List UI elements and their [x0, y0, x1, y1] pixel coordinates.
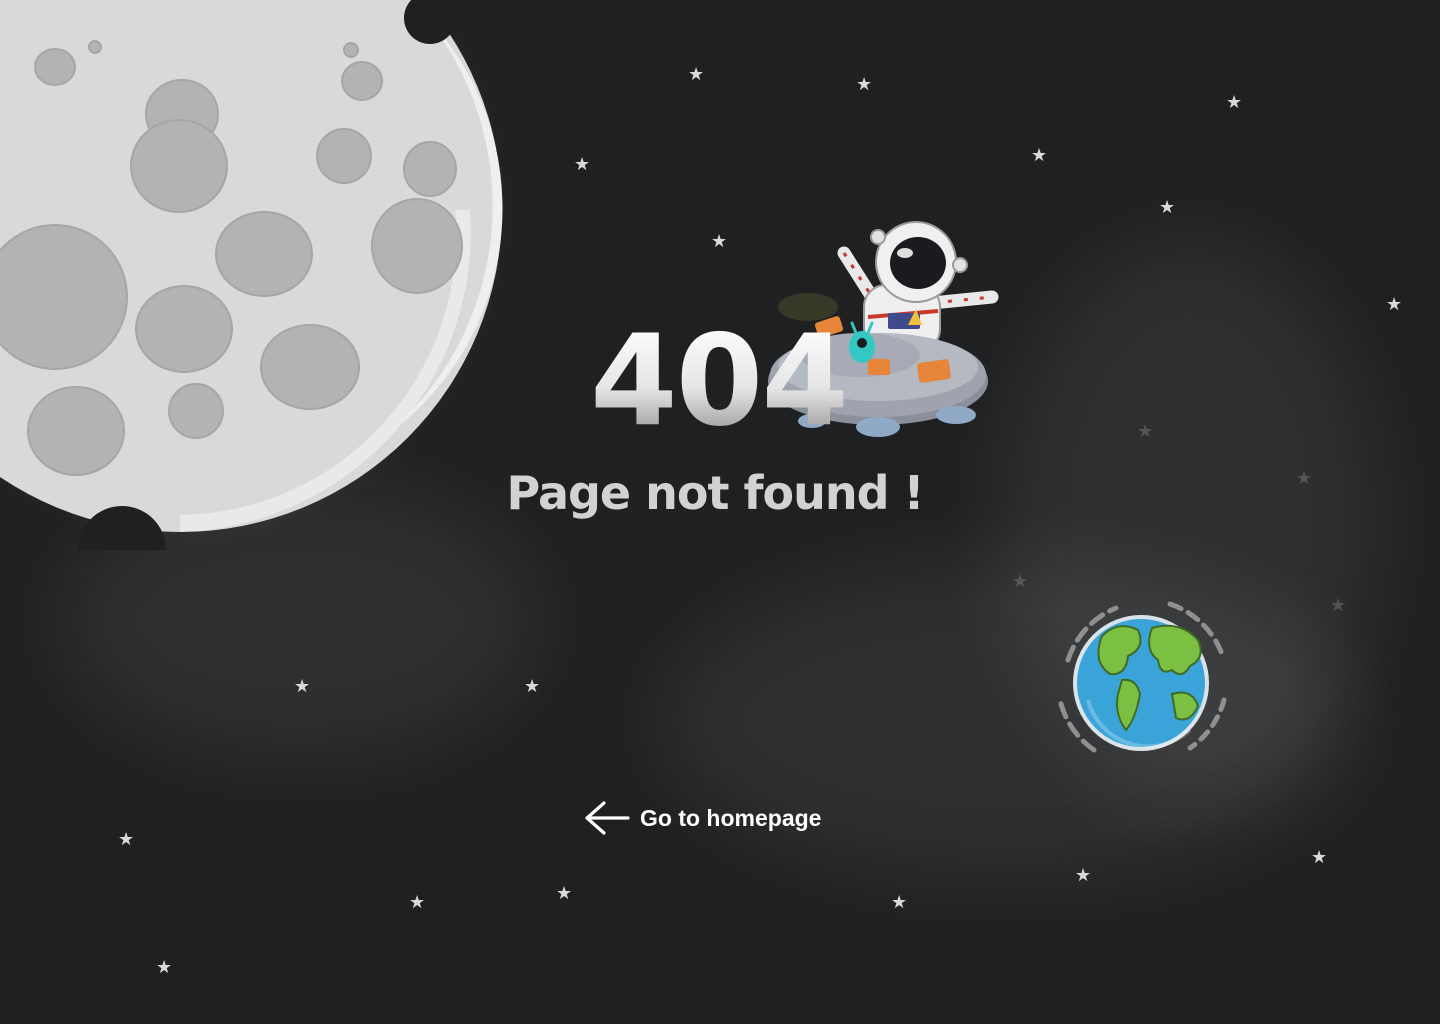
- star-icon: ★: [1031, 145, 1048, 166]
- star-icon: ★: [1226, 92, 1243, 113]
- star-icon: ★: [1330, 595, 1347, 616]
- star-icon: ★: [856, 74, 873, 95]
- star-icon: ★: [1137, 421, 1154, 442]
- star-icon: ★: [891, 892, 908, 913]
- earth-illustration: [1057, 601, 1227, 753]
- star-icon: ★: [294, 676, 311, 697]
- go-to-homepage-link[interactable]: Go to homepage: [582, 800, 821, 836]
- star-icon: ★: [1012, 571, 1029, 592]
- star-icon: ★: [118, 829, 135, 850]
- error-code: 404: [590, 307, 849, 454]
- star-icon: ★: [1075, 865, 1092, 886]
- star-icon: ★: [524, 676, 541, 697]
- star-icon: ★: [1386, 294, 1403, 315]
- star-icon: ★: [688, 64, 705, 85]
- star-icon: ★: [1311, 847, 1328, 868]
- star-icon: ★: [1159, 197, 1176, 218]
- arrow-left-icon: [585, 801, 630, 835]
- star-icon: ★: [156, 957, 173, 978]
- star-icon: ★: [574, 154, 591, 175]
- space-scene: ★ ★ ★ ★ ★ ★ ★ ★ ★ ★ ★ ★ ★ ★ ★ ★ ★ ★ ★ ★ …: [0, 0, 1440, 1024]
- page-title: Page not found !: [506, 466, 924, 520]
- star-icon: ★: [711, 231, 728, 252]
- star-icon: ★: [556, 883, 573, 904]
- go-to-homepage-label: Go to homepage: [640, 804, 822, 831]
- star-icon: ★: [409, 892, 426, 913]
